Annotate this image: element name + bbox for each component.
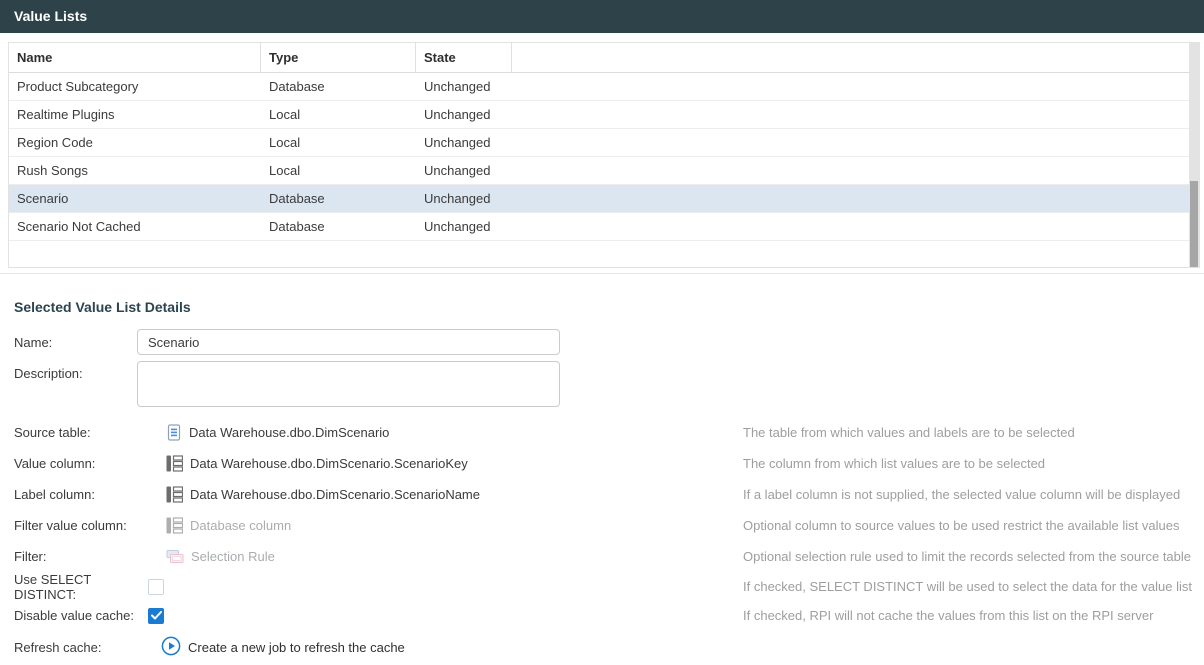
row-type: Local	[261, 107, 416, 122]
source-table-value: Data Warehouse.dbo.DimScenario	[189, 425, 389, 440]
column-header-type[interactable]: Type	[261, 43, 416, 72]
table-icon	[166, 424, 182, 442]
column-header-name[interactable]: Name	[9, 43, 261, 72]
row-type: Local	[261, 135, 416, 150]
row-state: Unchanged	[416, 191, 512, 206]
empty-table-space	[9, 241, 1190, 268]
row-type: Database	[261, 191, 416, 206]
column-header-empty	[512, 43, 1190, 72]
vertical-scrollbar[interactable]	[1189, 43, 1199, 267]
disable-value-cache-help: If checked, RPI will not cache the value…	[743, 608, 1153, 623]
row-name: Product Subcategory	[9, 79, 261, 94]
table-row[interactable]: Product Subcategory Database Unchanged	[9, 73, 1190, 101]
filter-value-column-placeholder: Database column	[190, 518, 291, 533]
table-row[interactable]: Region Code Local Unchanged	[9, 129, 1190, 157]
filter-help: Optional selection rule used to limit th…	[743, 549, 1191, 564]
disable-value-cache-label: Disable value cache:	[14, 608, 137, 623]
table-row[interactable]: Scenario Database Unchanged	[9, 185, 1190, 213]
value-column-value: Data Warehouse.dbo.DimScenario.ScenarioK…	[190, 456, 468, 471]
play-circle-icon	[161, 636, 181, 659]
row-name: Scenario Not Cached	[9, 219, 261, 234]
refresh-cache-label: Refresh cache:	[14, 640, 137, 655]
row-name: Realtime Plugins	[9, 107, 261, 122]
value-lists-table: Name Type State Product Subcategory Data…	[8, 42, 1200, 268]
details-section-title: Selected Value List Details	[14, 299, 1204, 315]
filter-value-column-picker[interactable]: Database column	[166, 517, 291, 534]
table-row[interactable]: Scenario Not Cached Database Unchanged	[9, 213, 1190, 241]
table-row[interactable]: Realtime Plugins Local Unchanged	[9, 101, 1190, 129]
scrollbar-thumb[interactable]	[1190, 181, 1198, 267]
name-input[interactable]	[137, 329, 560, 355]
label-column-help: If a label column is not supplied, the s…	[743, 487, 1180, 502]
filter-picker[interactable]: Selection Rule	[166, 549, 275, 564]
table-row[interactable]: Rush Songs Local Unchanged	[9, 157, 1190, 185]
row-state: Unchanged	[416, 163, 512, 178]
label-column-label: Label column:	[14, 487, 137, 502]
label-column-picker[interactable]: Data Warehouse.dbo.DimScenario.ScenarioN…	[166, 486, 480, 503]
value-column-label: Value column:	[14, 456, 137, 471]
panel-title: Value Lists	[0, 0, 1204, 33]
row-state: Unchanged	[416, 219, 512, 234]
database-column-icon	[166, 455, 183, 472]
row-state: Unchanged	[416, 79, 512, 94]
filter-value-column-label: Filter value column:	[14, 518, 137, 533]
database-column-icon	[166, 517, 183, 534]
label-column-value: Data Warehouse.dbo.DimScenario.ScenarioN…	[190, 487, 480, 502]
filter-value-column-help: Optional column to source values to be u…	[743, 518, 1179, 533]
filter-label: Filter:	[14, 549, 137, 564]
select-distinct-checkbox[interactable]	[148, 579, 164, 595]
row-name: Region Code	[9, 135, 261, 150]
filter-placeholder: Selection Rule	[191, 549, 275, 564]
database-column-icon	[166, 486, 183, 503]
description-label: Description:	[14, 361, 137, 381]
row-type: Database	[261, 79, 416, 94]
source-table-label: Source table:	[14, 425, 137, 440]
row-state: Unchanged	[416, 107, 512, 122]
value-column-help: The column from which list values are to…	[743, 456, 1045, 471]
name-label: Name:	[14, 335, 137, 350]
source-table-picker[interactable]: Data Warehouse.dbo.DimScenario	[166, 424, 389, 442]
disable-value-cache-checkbox[interactable]	[148, 608, 164, 624]
section-divider	[0, 273, 1204, 274]
source-table-help: The table from which values and labels a…	[743, 425, 1075, 440]
row-name: Scenario	[9, 191, 261, 206]
row-type: Local	[261, 163, 416, 178]
value-column-picker[interactable]: Data Warehouse.dbo.DimScenario.ScenarioK…	[166, 455, 468, 472]
selection-rule-icon	[166, 549, 184, 564]
row-state: Unchanged	[416, 135, 512, 150]
refresh-cache-action-text: Create a new job to refresh the cache	[188, 640, 405, 655]
table-header: Name Type State	[9, 43, 1190, 73]
column-header-state[interactable]: State	[416, 43, 512, 72]
row-type: Database	[261, 219, 416, 234]
row-name: Rush Songs	[9, 163, 261, 178]
description-input[interactable]	[137, 361, 560, 407]
select-distinct-label: Use SELECT DISTINCT:	[14, 572, 137, 602]
select-distinct-help: If checked, SELECT DISTINCT will be used…	[743, 579, 1192, 594]
refresh-cache-button[interactable]: Create a new job to refresh the cache	[161, 636, 405, 659]
